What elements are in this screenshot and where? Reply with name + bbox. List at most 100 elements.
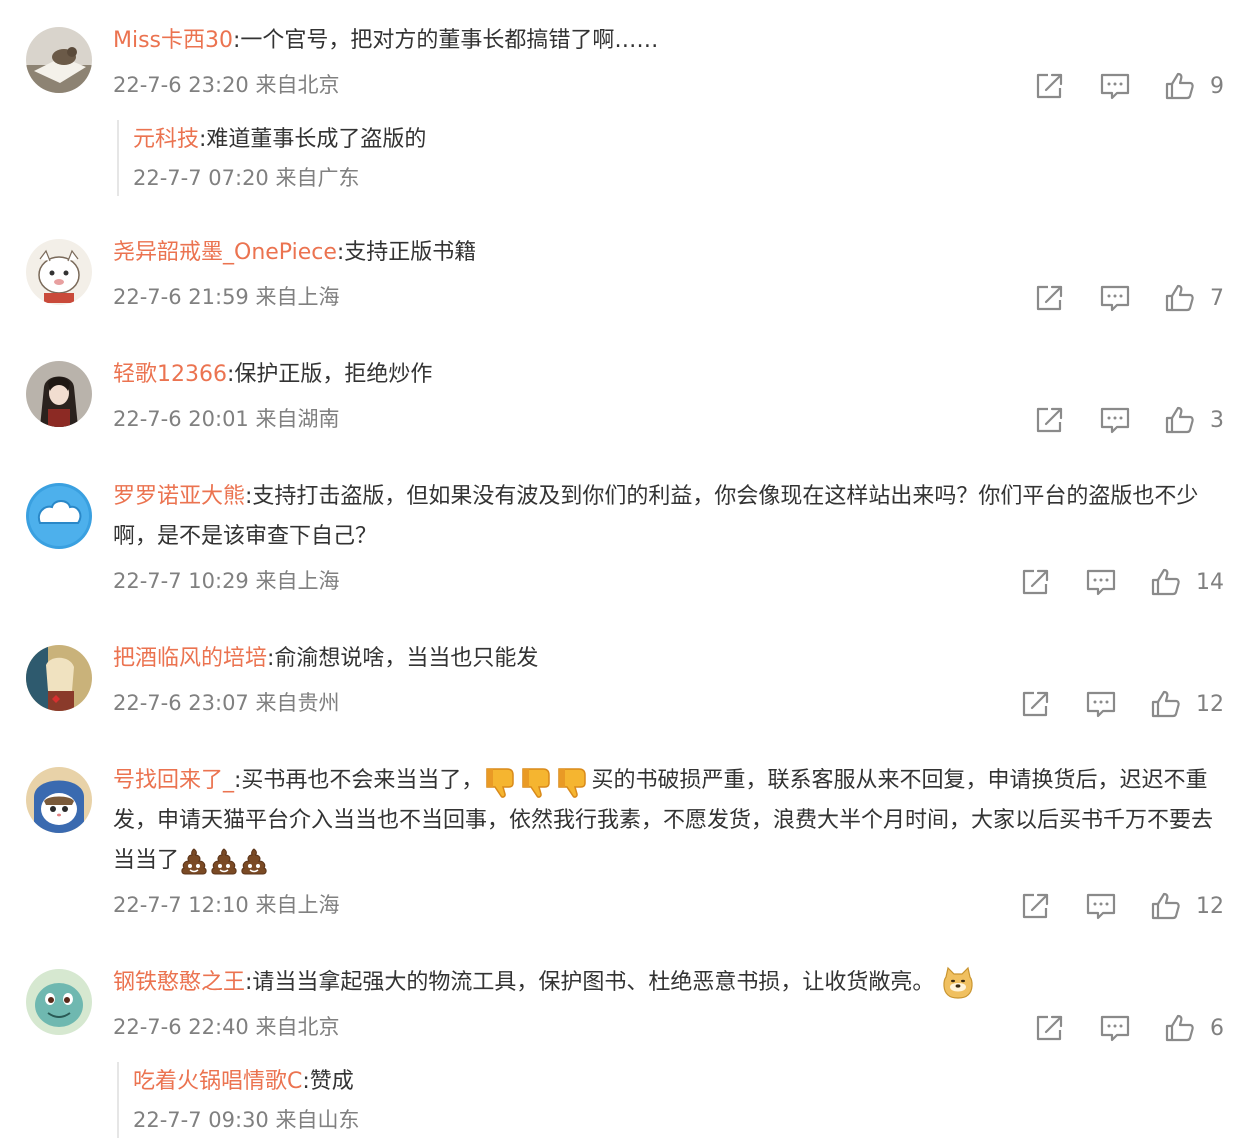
- comment-content: :一个官号，把对方的董事长都搞错了啊……: [233, 28, 659, 53]
- like-count: 14: [1196, 569, 1224, 595]
- comment-actions: 9: [1034, 69, 1224, 103]
- share-button[interactable]: [1034, 71, 1066, 101]
- comment-content: :保护正版，拒绝炒作: [227, 362, 433, 387]
- comment-content: :支持打击盗版，但如果没有波及到你们的利益，你会像现在这样站出来吗？你们平台的盗…: [113, 484, 1199, 549]
- share-icon: [1020, 891, 1052, 921]
- share-icon: [1034, 405, 1066, 435]
- comment-icon: [1085, 567, 1117, 597]
- reply-button[interactable]: [1085, 567, 1117, 597]
- thumbs-up-icon: [1164, 283, 1196, 313]
- avatar[interactable]: [26, 645, 92, 711]
- thumbs-up-icon: [1150, 567, 1182, 597]
- comment-meta: 22-7-6 22:40 来自北京: [113, 1015, 340, 1039]
- thumbs-up-icon: [1150, 891, 1182, 921]
- share-icon: [1034, 71, 1066, 101]
- comment-content: :支持正版书籍: [336, 240, 477, 265]
- share-icon: [1020, 689, 1052, 719]
- thumbs-down-emoji: [555, 763, 591, 799]
- reply-content: :赞成: [302, 1069, 354, 1094]
- comment-meta: 22-7-6 20:01 来自湖南: [113, 407, 340, 431]
- comment-actions: 7: [1034, 281, 1224, 315]
- comment-actions: 3: [1034, 403, 1224, 437]
- comment-text: 尧异韶戒墨_OnePiece:支持正版书籍: [113, 233, 1228, 273]
- share-button[interactable]: [1020, 689, 1052, 719]
- reply-button[interactable]: [1099, 405, 1131, 435]
- share-icon: [1034, 283, 1066, 313]
- like-button[interactable]: 12: [1150, 891, 1224, 921]
- comment-icon: [1099, 283, 1131, 313]
- comment-meta: 22-7-7 10:29 来自上海: [113, 569, 340, 593]
- avatar[interactable]: [26, 27, 92, 93]
- comment-text: 罗罗诺亚大熊:支持打击盗版，但如果没有波及到你们的利益，你会像现在这样站出来吗？…: [113, 477, 1228, 557]
- like-count: 12: [1196, 691, 1224, 717]
- like-count: 9: [1210, 73, 1224, 99]
- comment-meta: 22-7-6 21:59 来自上海: [113, 285, 340, 309]
- reply-meta: 22-7-7 09:30 来自山东: [133, 1108, 360, 1132]
- avatar[interactable]: [26, 483, 92, 549]
- share-button[interactable]: [1020, 891, 1052, 921]
- avatar[interactable]: [26, 969, 92, 1035]
- reply-username[interactable]: 吃着火锅唱情歌C: [133, 1069, 302, 1094]
- thumbs-up-icon: [1164, 1013, 1196, 1043]
- comment-icon: [1085, 689, 1117, 719]
- reply-button[interactable]: [1099, 1013, 1131, 1043]
- thumbs-down-emoji: [519, 763, 555, 799]
- comment-username[interactable]: 尧异韶戒墨_OnePiece: [113, 240, 337, 265]
- avatar[interactable]: [26, 239, 92, 305]
- comment-icon: [1099, 71, 1131, 101]
- share-button[interactable]: [1034, 405, 1066, 435]
- thumbs-up-icon: [1150, 689, 1182, 719]
- reply-button[interactable]: [1085, 689, 1117, 719]
- like-button[interactable]: 12: [1150, 689, 1224, 719]
- comment-actions: 12: [1020, 687, 1224, 721]
- comment-username[interactable]: 轻歌12366: [113, 362, 227, 387]
- comment-text: 轻歌12366:保护正版，拒绝炒作: [113, 355, 1228, 395]
- reply-content: :难道董事长成了盗版的: [199, 127, 427, 152]
- comment-meta: 22-7-7 12:10 来自上海: [113, 893, 340, 917]
- comment-username[interactable]: 钢铁憨憨之王: [113, 970, 245, 995]
- comment-username[interactable]: 号找回来了_: [113, 768, 234, 793]
- avatar[interactable]: [26, 361, 92, 427]
- comment-content: :俞渝想说啥，当当也只能发: [267, 646, 539, 671]
- comment-actions: 14: [1020, 565, 1224, 599]
- comment-icon: [1099, 405, 1131, 435]
- comment-actions: 6: [1034, 1011, 1224, 1045]
- like-button[interactable]: 7: [1164, 283, 1224, 313]
- comment-content-part1: :买书再也不会来当当了，: [234, 768, 484, 793]
- comment-text: Miss卡西30:一个官号，把对方的董事长都搞错了啊……: [113, 21, 1228, 61]
- comment-text: 把酒临风的培培:俞渝想说啥，当当也只能发: [113, 639, 1228, 679]
- comment-meta: 22-7-6 23:07 来自贵州: [113, 691, 340, 715]
- doge-emoji: [940, 965, 976, 1001]
- comment-text: 钢铁憨憨之王:请当当拿起强大的物流工具，保护图书、杜绝恶意书损，让收货敞亮。: [113, 963, 1228, 1003]
- like-button[interactable]: 14: [1150, 567, 1224, 597]
- comment-username[interactable]: 罗罗诺亚大熊: [113, 484, 245, 509]
- like-button[interactable]: 6: [1164, 1013, 1224, 1043]
- avatar[interactable]: [26, 767, 92, 833]
- like-count: 3: [1210, 407, 1224, 433]
- comment-icon: [1085, 891, 1117, 921]
- comment-icon: [1099, 1013, 1131, 1043]
- share-button[interactable]: [1020, 567, 1052, 597]
- share-button[interactable]: [1034, 283, 1066, 313]
- share-button[interactable]: [1034, 1013, 1066, 1043]
- like-count: 6: [1210, 1015, 1224, 1041]
- poop-emoji: [179, 846, 209, 876]
- poop-emoji: [239, 846, 269, 876]
- thumbs-up-icon: [1164, 405, 1196, 435]
- thumbs-up-icon: [1164, 71, 1196, 101]
- like-button[interactable]: 3: [1164, 405, 1224, 435]
- reply-meta: 22-7-7 07:20 来自广东: [133, 166, 360, 190]
- reply-username[interactable]: 元科技: [133, 127, 199, 152]
- comment-content: :请当当拿起强大的物流工具，保护图书、杜绝恶意书损，让收货敞亮。: [245, 970, 935, 995]
- reply-button[interactable]: [1099, 71, 1131, 101]
- nested-reply: 元科技:难道董事长成了盗版的 22-7-7 07:20 来自广东: [117, 120, 1233, 196]
- thumbs-down-emoji: [483, 763, 519, 799]
- like-button[interactable]: 9: [1164, 71, 1224, 101]
- reply-button[interactable]: [1085, 891, 1117, 921]
- comment-username[interactable]: 把酒临风的培培: [113, 646, 267, 671]
- poop-emoji: [209, 846, 239, 876]
- comment-actions: 12: [1020, 889, 1224, 923]
- reply-button[interactable]: [1099, 283, 1131, 313]
- comment-username[interactable]: Miss卡西30: [113, 28, 233, 53]
- comment-meta: 22-7-6 23:20 来自北京: [113, 73, 340, 97]
